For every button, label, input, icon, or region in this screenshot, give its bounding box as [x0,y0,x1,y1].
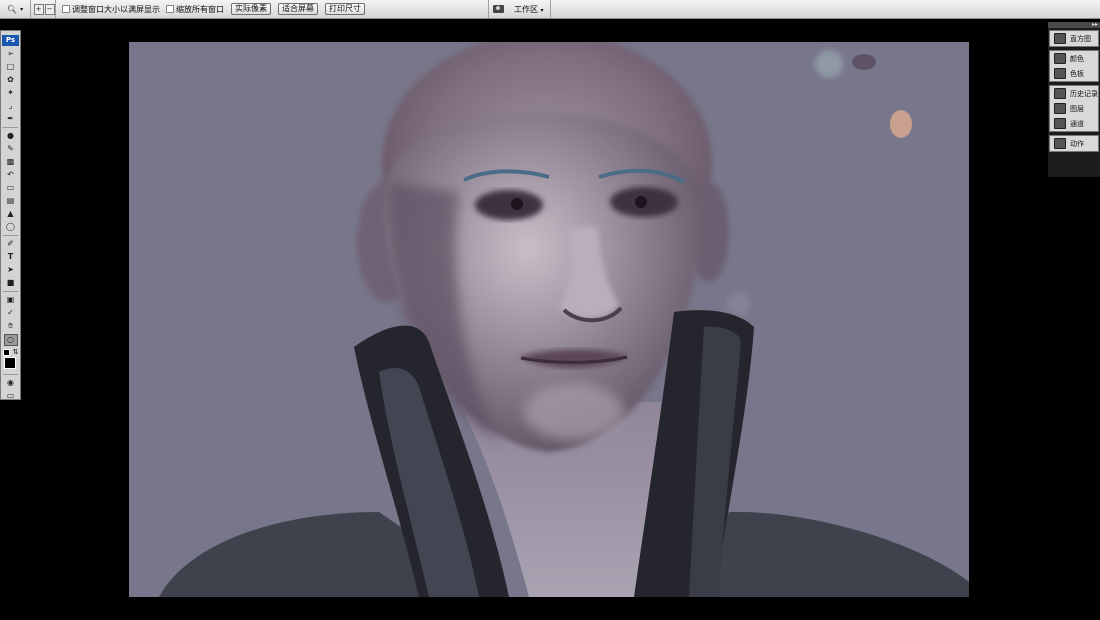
panel-label: 历史记录 [1070,89,1098,98]
chevron-down-icon: ▾ [540,6,544,14]
pen-tool-icon[interactable]: ✐ [4,239,18,249]
dodge-tool-icon[interactable]: ◯ [4,222,18,232]
zoom-tool-icon[interactable]: ○ [3,334,18,346]
zoom-out-icon[interactable]: − [44,3,55,15]
magic-wand-tool-icon[interactable]: ✦ [4,88,18,98]
marquee-tool-icon[interactable]: □ [4,62,18,72]
healing-brush-tool-icon[interactable]: ● [4,131,18,141]
ps-logo[interactable]: Ps [2,35,19,46]
gradient-tool-icon[interactable]: ▤ [4,196,18,206]
panel-layers[interactable]: 图层 [1050,101,1098,116]
brush-tool-icon[interactable]: ✎ [4,144,18,154]
lasso-tool-icon[interactable]: ✿ [4,75,18,85]
default-colors-icon[interactable] [2,349,10,356]
slice-tool-icon[interactable]: ✒ [4,114,18,124]
panel-actions[interactable]: 动作 [1050,136,1098,151]
panel-label: 图层 [1070,104,1084,113]
crop-tool-icon[interactable]: ⌟ [4,101,18,111]
panel-dock: ▸▸ 直方图 颜色 色板 历史记录 图层 通道 动作 [1048,22,1100,177]
tool-preset-picker[interactable]: 🔍︎ ▾ [0,0,31,18]
swap-colors-icon[interactable]: ⇅ [13,349,19,356]
zoom-icon: 🔍︎ [6,4,18,14]
move-tool-icon[interactable]: ➢ [4,49,18,59]
divider [3,235,18,236]
shape-tool-icon[interactable]: ■ [4,278,18,288]
histogram-icon [1054,33,1066,44]
portrait-painting [129,42,969,597]
channels-icon [1054,118,1066,129]
actions-icon [1054,138,1066,149]
resize-windows-checkbox[interactable]: 调整窗口大小以满屏显示 [62,4,160,15]
screen-mode-icon[interactable]: ▭ [4,391,18,401]
options-bar: 🔍︎ ▾ + − 调整窗口大小以满屏显示 缩放所有窗口 实际像素 适合屏幕 打印… [0,0,1100,19]
checkbox-box[interactable] [166,5,174,13]
panel-group-layers: 历史记录 图层 通道 [1049,85,1099,132]
color-icon [1054,53,1066,64]
panel-group-histogram: 直方图 [1049,30,1099,47]
panel-color[interactable]: 颜色 [1050,51,1098,66]
path-selection-tool-icon[interactable]: ➤ [4,265,18,275]
dock-header[interactable]: ▸▸ [1048,22,1100,28]
print-size-button[interactable]: 打印尺寸 [325,3,365,15]
actual-pixels-button[interactable]: 实际像素 [231,3,271,15]
divider [3,127,18,128]
fit-screen-button[interactable]: 适合屏幕 [278,3,318,15]
blur-tool-icon[interactable]: ▲ [4,209,18,219]
panel-label: 动作 [1070,139,1084,148]
clone-stamp-tool-icon[interactable]: ▩ [4,157,18,167]
swatches-icon [1054,68,1066,79]
divider [3,374,18,375]
eyedropper-tool-icon[interactable]: ✓ [4,308,18,318]
toolbox: Ps ➢ □ ✿ ✦ ⌟ ✒ ● ✎ ▩ ↶ ▭ ▤ ▲ ◯ ✐ T ➤ ■ ▣… [0,30,21,400]
chevron-down-icon: ▾ [20,5,24,13]
checkbox-box[interactable] [62,5,70,13]
history-brush-tool-icon[interactable]: ↶ [4,170,18,180]
zoom-in-icon[interactable]: + [33,3,44,15]
type-tool-icon[interactable]: T [4,252,18,262]
panel-label: 直方图 [1070,34,1091,43]
zoom-mode-buttons: + − [33,0,56,18]
zoom-all-windows-checkbox[interactable]: 缩放所有窗口 [166,4,224,15]
history-icon [1054,88,1066,99]
panel-label: 色板 [1070,69,1084,78]
panel-swatches[interactable]: 色板 [1050,66,1098,81]
panel-histogram[interactable]: 直方图 [1050,31,1098,46]
checkbox-label: 调整窗口大小以满屏显示 [72,4,160,14]
quick-mask-icon[interactable]: ◉ [4,378,18,388]
bridge-icon[interactable] [493,5,504,13]
eraser-tool-icon[interactable]: ▭ [4,183,18,193]
notes-tool-icon[interactable]: ▣ [4,295,18,305]
color-swatches: ⇅ [2,349,19,371]
panel-group-actions: 动作 [1049,135,1099,152]
hand-tool-icon[interactable]: ✋︎ [4,321,18,331]
panel-history[interactable]: 历史记录 [1050,86,1098,101]
panel-label: 颜色 [1070,54,1084,63]
layers-icon [1054,103,1066,114]
foreground-color-swatch[interactable] [3,357,16,369]
panel-channels[interactable]: 通道 [1050,116,1098,131]
workspace-label: 工作区 [514,4,538,14]
panel-group-color: 颜色 色板 [1049,50,1099,82]
checkbox-label: 缩放所有窗口 [176,4,224,14]
divider [3,291,18,292]
panel-label: 通道 [1070,119,1084,128]
document-canvas[interactable] [129,42,969,597]
workspace-area: 工作区 ▾ [488,0,551,18]
workspace-menu[interactable]: 工作区 ▾ [514,4,544,15]
collapse-icon[interactable]: ▸▸ [1092,22,1098,28]
